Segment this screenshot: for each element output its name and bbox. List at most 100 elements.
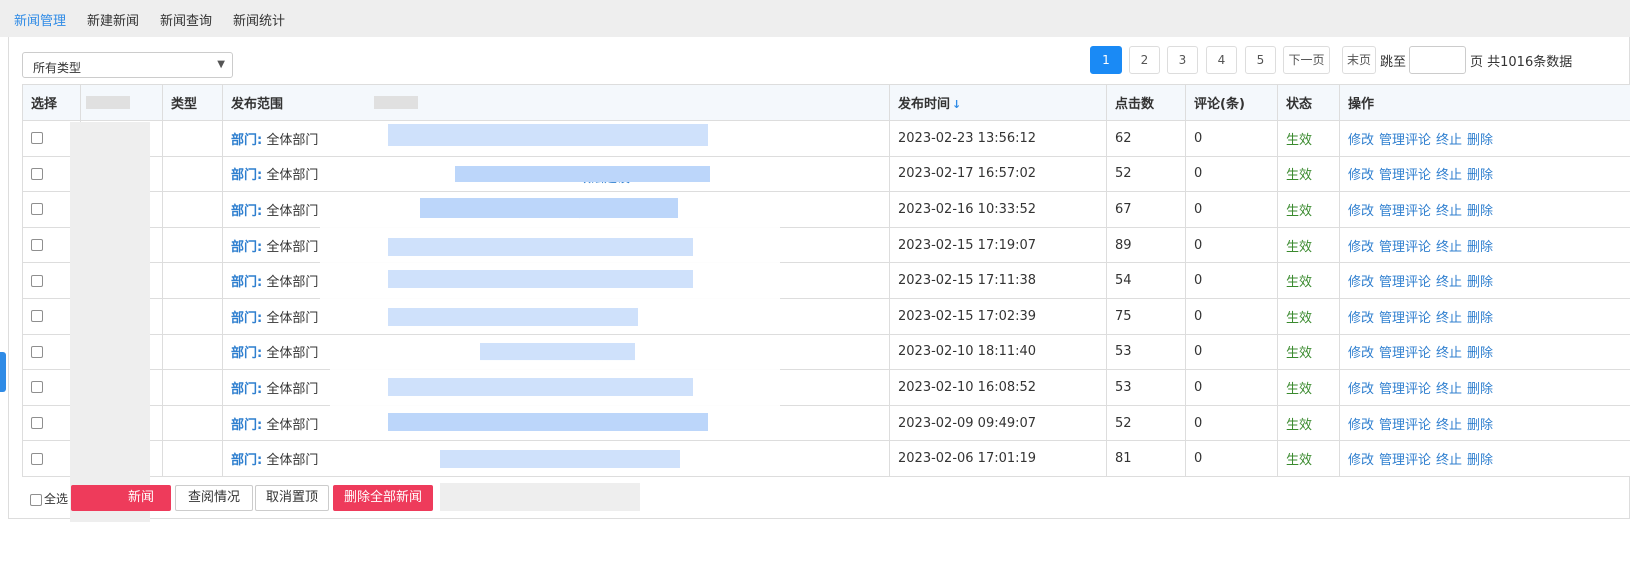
row-checkbox[interactable]	[31, 132, 43, 145]
terminate-link[interactable]: 终止	[1436, 453, 1462, 468]
delete-link[interactable]: 删除	[1467, 382, 1493, 397]
manage-comments-link[interactable]: 管理评论	[1379, 346, 1431, 361]
type-cell	[162, 404, 223, 442]
delete-link[interactable]: 删除	[1467, 418, 1493, 433]
edit-link[interactable]: 修改	[1348, 275, 1374, 290]
dept-value: 全体部门	[266, 453, 319, 469]
nav-query-news[interactable]: 新闻查询	[160, 10, 212, 29]
status-cell: 生效	[1277, 191, 1340, 228]
delete-link[interactable]: 删除	[1467, 453, 1493, 468]
ops-cell: 修改 管理评论 终止 删除	[1339, 120, 1630, 157]
clicks-cell: 89	[1106, 226, 1186, 264]
dept-label: 部门:	[231, 168, 263, 184]
terminate-link[interactable]: 终止	[1436, 133, 1462, 148]
delete-all-button[interactable]: 删除全部新闻	[333, 485, 433, 511]
row-checkbox[interactable]	[31, 452, 43, 465]
table-row: 部门: 全体部门苏州2023-02-16 10:33:52670生效修改管理评论…	[22, 191, 1630, 228]
clicks-cell: 52	[1106, 404, 1186, 442]
terminate-link[interactable]: 终止	[1436, 240, 1462, 255]
edit-link[interactable]: 修改	[1348, 311, 1374, 326]
manage-comments-link[interactable]: 管理评论	[1379, 204, 1431, 219]
terminate-link[interactable]: 终止	[1436, 204, 1462, 219]
status-cell: 生效	[1277, 297, 1340, 335]
type-filter-select[interactable]: 所有类型 ▼	[22, 52, 233, 78]
edit-link[interactable]: 修改	[1348, 346, 1374, 361]
page-button-1[interactable]: 1	[1090, 46, 1122, 74]
side-tab[interactable]	[0, 352, 6, 392]
manage-comments-link[interactable]: 管理评论	[1379, 453, 1431, 468]
dept-value: 全体部门	[266, 132, 319, 148]
header-scope: 发布范围	[222, 84, 890, 121]
row-checkbox[interactable]	[31, 239, 43, 252]
edit-link[interactable]: 修改	[1348, 453, 1374, 468]
nav-news-management[interactable]: 新闻管理	[14, 10, 66, 29]
manage-comments-link[interactable]: 管理评论	[1379, 418, 1431, 433]
terminate-link[interactable]: 终止	[1436, 311, 1462, 326]
jump-page-input[interactable]	[1409, 46, 1466, 74]
manage-comments-link[interactable]: 管理评论	[1379, 275, 1431, 290]
nav-create-news[interactable]: 新建新闻	[87, 10, 139, 29]
delete-selected-button[interactable]: 新闻	[71, 485, 171, 511]
dept-value: 全体部门	[266, 310, 319, 326]
manage-comments-link[interactable]: 管理评论	[1379, 133, 1431, 148]
terminate-link[interactable]: 终止	[1436, 275, 1462, 290]
ops-cell: 修改 管理评论 终止 删除	[1339, 155, 1630, 193]
comments-cell: 0	[1185, 226, 1278, 264]
row-checkbox[interactable]	[31, 381, 43, 394]
edit-link[interactable]: 修改	[1348, 204, 1374, 219]
edit-link[interactable]: 修改	[1348, 240, 1374, 255]
terminate-link[interactable]: 终止	[1436, 168, 1462, 183]
top-nav: 新闻管理 新建新闻 新闻查询 新闻统计	[0, 0, 1630, 37]
delete-link[interactable]: 删除	[1467, 275, 1493, 290]
row-checkbox[interactable]	[31, 345, 43, 358]
table-row: 部门: 全体部门 2023-02-15 17:19:07 89 0 生效 修改 管理评论 终止…	[22, 226, 1630, 264]
ops-cell: 修改 管理评论 终止 删除	[1339, 369, 1630, 406]
type-filter-value: 所有类型	[33, 61, 82, 75]
select-all-checkbox[interactable]	[30, 493, 42, 506]
header-ops: 操作	[1339, 84, 1630, 121]
delete-link[interactable]: 删除	[1467, 346, 1493, 361]
delete-link[interactable]: 删除	[1467, 133, 1493, 148]
page-button-2[interactable]: 2	[1129, 46, 1160, 74]
manage-comments-link[interactable]: 管理评论	[1379, 382, 1431, 397]
manage-comments-link[interactable]: 管理评论	[1379, 168, 1431, 183]
cancel-top-button[interactable]: 取消置顶	[255, 485, 329, 511]
row-checkbox[interactable]	[31, 167, 43, 180]
row-checkbox[interactable]	[31, 417, 43, 430]
row-checkbox[interactable]	[31, 274, 43, 287]
terminate-link[interactable]: 终止	[1436, 382, 1462, 397]
status-cell: 生效	[1277, 333, 1340, 371]
terminate-link[interactable]: 终止	[1436, 418, 1462, 433]
page-button-4[interactable]: 4	[1206, 46, 1237, 74]
delete-link[interactable]: 删除	[1467, 168, 1493, 183]
delete-link[interactable]: 删除	[1467, 240, 1493, 255]
next-page-button[interactable]: 下一页	[1283, 46, 1330, 74]
dept-label: 部门:	[231, 417, 263, 433]
edit-link[interactable]: 修改	[1348, 382, 1374, 397]
status-cell: 生效	[1277, 155, 1340, 193]
table-row: 部门: 全体部门题活动...2023-02-15 17:02:39750生效修改…	[22, 297, 1630, 335]
status-cell: 生效	[1277, 262, 1340, 299]
manage-comments-link[interactable]: 管理评论	[1379, 311, 1431, 326]
edit-link[interactable]: 修改	[1348, 418, 1374, 433]
header-time[interactable]: 发布时间 ↓	[889, 84, 1107, 121]
pager-summary: 页 共1016条数据	[1470, 55, 1573, 70]
edit-link[interactable]: 修改	[1348, 168, 1374, 183]
page-button-5[interactable]: 5	[1245, 46, 1276, 74]
view-reading-button[interactable]: 查阅情况	[175, 485, 253, 511]
jump-label: 跳至	[1380, 55, 1407, 70]
delete-link[interactable]: 删除	[1467, 204, 1493, 219]
comments-cell: 0	[1185, 155, 1278, 193]
terminate-link[interactable]: 终止	[1436, 346, 1462, 361]
redaction-block	[388, 238, 693, 256]
delete-link[interactable]: 删除	[1467, 311, 1493, 326]
row-checkbox[interactable]	[31, 203, 43, 216]
redaction-block	[70, 122, 150, 522]
edit-link[interactable]: 修改	[1348, 133, 1374, 148]
row-checkbox[interactable]	[31, 310, 43, 323]
last-page-button[interactable]: 末页	[1342, 46, 1376, 74]
nav-news-stats[interactable]: 新闻统计	[233, 10, 285, 29]
page-button-3[interactable]: 3	[1167, 46, 1198, 74]
manage-comments-link[interactable]: 管理评论	[1379, 240, 1431, 255]
select-all[interactable]: 全选	[30, 490, 68, 507]
